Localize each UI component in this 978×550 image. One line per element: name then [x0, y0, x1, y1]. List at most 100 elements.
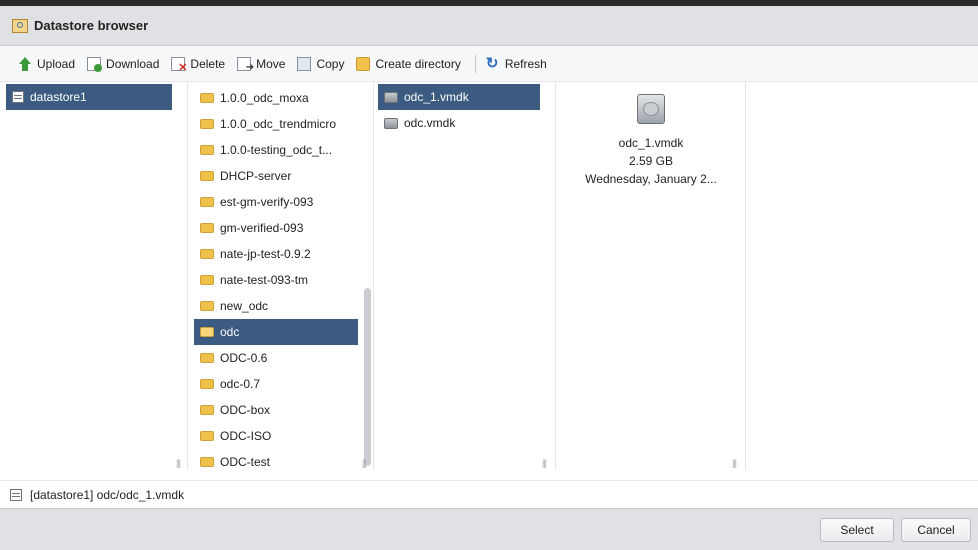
folder-icon [200, 197, 214, 207]
empty-column [746, 82, 978, 470]
folder-item[interactable]: ODC-ISO [194, 423, 358, 449]
cancel-button[interactable]: Cancel [901, 518, 971, 542]
folder-icon [200, 249, 214, 259]
folder-label: ODC-ISO [220, 429, 272, 443]
select-button[interactable]: Select [820, 518, 894, 542]
folder-label: nate-jp-test-0.9.2 [220, 247, 311, 261]
folder-icon [200, 145, 214, 155]
new-folder-icon [356, 56, 371, 71]
folder-icon [200, 119, 214, 129]
datastore-label: datastore1 [30, 90, 87, 104]
file-label: odc_1.vmdk [404, 90, 469, 104]
folder-icon [200, 431, 214, 441]
dialog-footer: Select Cancel [0, 508, 978, 550]
datastore-column: datastore1 ||| [0, 82, 188, 470]
folder-item[interactable]: nate-jp-test-0.9.2 [194, 241, 358, 267]
folder-label: ODC-box [220, 403, 271, 417]
status-bar: [datastore1] odc/odc_1.vmdk [0, 480, 978, 508]
download-button[interactable]: Download [87, 56, 160, 72]
upload-arrow-icon [18, 56, 32, 71]
download-icon [87, 56, 103, 72]
folder-item[interactable]: odc-0.7 [194, 371, 358, 397]
upload-button[interactable]: Upload [18, 56, 76, 71]
column-resize-handle[interactable]: ||| [176, 458, 184, 468]
open-folder-icon [200, 327, 214, 337]
refresh-label: Refresh [504, 56, 547, 71]
folder-label: odc [220, 325, 240, 339]
folder-icon [200, 301, 214, 311]
move-icon [237, 56, 254, 73]
create-directory-button[interactable]: Create directory [356, 56, 461, 71]
toolbar-separator [474, 54, 476, 73]
folder-icon [200, 405, 214, 415]
preview-size: 2.59 GB [628, 154, 674, 168]
file-column: odc_1.vmdk odc.vmdk ||| [374, 82, 556, 470]
folder-label: ODC-0.6 [220, 351, 268, 365]
file-label: odc.vmdk [404, 116, 456, 130]
datastore-icon [10, 488, 22, 501]
folder-item[interactable]: 1.0.0-testing_odc_t... [194, 137, 358, 163]
folder-label: 1.0.0_odc_moxa [220, 91, 309, 105]
column-resize-handle[interactable]: ||| [732, 458, 740, 468]
file-preview: odc_1.vmdk 2.59 GB Wednesday, January 2.… [556, 94, 745, 188]
folder-label: gm-verified-093 [220, 221, 304, 235]
folder-label: new_odc [220, 299, 269, 313]
copy-icon [297, 56, 312, 71]
folder-item[interactable]: gm-verified-093 [194, 215, 358, 241]
file-item-selected[interactable]: odc_1.vmdk [378, 84, 540, 110]
preview-filename: odc_1.vmdk [618, 136, 684, 150]
delete-button[interactable]: Delete [171, 56, 226, 74]
move-button[interactable]: Move [237, 56, 286, 73]
refresh-icon: ↻ [485, 54, 499, 72]
folder-icon [200, 93, 214, 103]
folder-item[interactable]: 1.0.0_odc_moxa [194, 85, 358, 111]
refresh-button[interactable]: ↻ Refresh [485, 54, 547, 72]
folder-item[interactable]: ODC-box [194, 397, 358, 423]
folder-item[interactable]: est-gm-verify-093 [194, 189, 358, 215]
folder-icon [200, 171, 214, 181]
title-bar: Datastore browser [0, 6, 978, 46]
folder-icon [200, 275, 214, 285]
copy-button[interactable]: Copy [297, 56, 345, 71]
datastore-browser-icon [12, 18, 28, 33]
create-directory-label: Create directory [375, 56, 461, 71]
folder-label: odc-0.7 [220, 377, 261, 391]
folder-label: nate-test-093-tm [220, 273, 309, 287]
preview-date: Wednesday, January 2... [585, 172, 717, 186]
window-title: Datastore browser [34, 18, 149, 33]
folder-item[interactable]: DHCP-server [194, 163, 358, 189]
virtual-disk-icon [637, 94, 665, 124]
copy-label: Copy [316, 56, 345, 71]
folder-label: 1.0.0_odc_trendmicro [220, 117, 337, 131]
delete-icon [171, 56, 187, 74]
folder-icon [200, 457, 214, 467]
file-item[interactable]: odc.vmdk [378, 110, 540, 136]
folder-item[interactable]: ODC-0.6 [194, 345, 358, 371]
folder-item-selected[interactable]: odc [194, 319, 358, 345]
move-label: Move [256, 56, 286, 71]
folder-label: 1.0.0-testing_odc_t... [220, 143, 333, 157]
folder-item[interactable]: new_odc [194, 293, 358, 319]
datastore-icon [12, 91, 24, 103]
folder-item[interactable]: 1.0.0_odc_trendmicro [194, 111, 358, 137]
folder-label: est-gm-verify-093 [220, 195, 314, 209]
delete-label: Delete [190, 56, 226, 71]
upload-label: Upload [37, 56, 76, 71]
folder-item[interactable]: ODC-test [194, 449, 358, 470]
folder-label: ODC-test [220, 455, 271, 469]
folder-column: 1.0.0_odc_moxa 1.0.0_odc_trendmicro 1.0.… [188, 82, 374, 470]
download-label: Download [106, 56, 160, 71]
folder-item[interactable]: nate-test-093-tm [194, 267, 358, 293]
disk-icon [384, 117, 398, 129]
selected-path: [datastore1] odc/odc_1.vmdk [30, 487, 185, 502]
folder-icon [200, 223, 214, 233]
folder-scrollbar[interactable] [364, 288, 371, 466]
folder-label: DHCP-server [220, 169, 292, 183]
folder-icon [200, 353, 214, 363]
disk-icon [384, 91, 398, 103]
datastore-item[interactable]: datastore1 [6, 84, 172, 110]
preview-column: odc_1.vmdk 2.59 GB Wednesday, January 2.… [556, 82, 746, 470]
column-resize-handle[interactable]: ||| [542, 458, 550, 468]
folder-icon [200, 379, 214, 389]
column-resize-handle[interactable]: ||| [362, 458, 370, 468]
